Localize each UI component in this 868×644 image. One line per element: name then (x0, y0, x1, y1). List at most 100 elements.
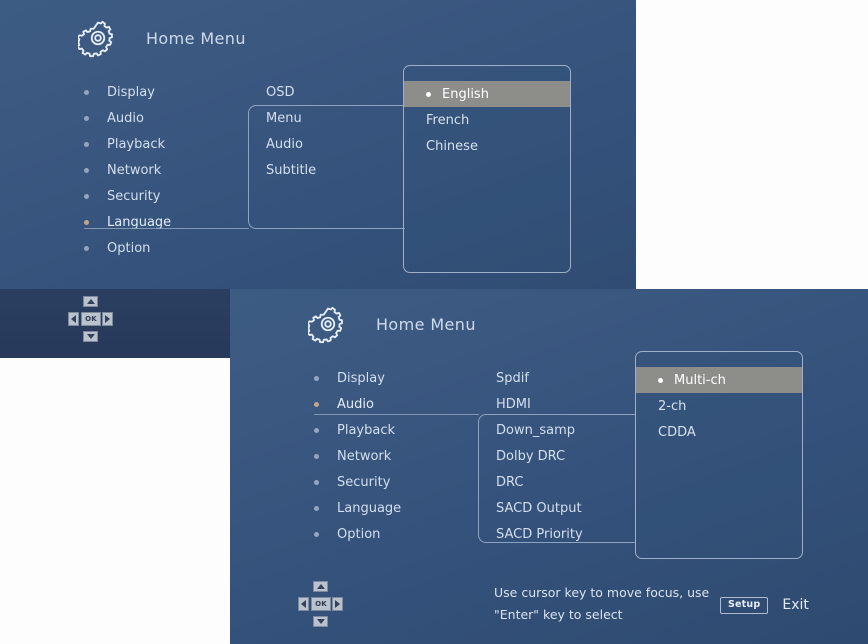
option-item-french[interactable]: French (404, 107, 570, 133)
ok-label: OK (315, 599, 327, 608)
exit-label[interactable]: Exit (782, 597, 809, 613)
hint-line-1: Use cursor key to move focus, use (494, 585, 710, 600)
sidebar-item-label: Display (337, 370, 385, 386)
sidebar-item-label: Playback (107, 136, 166, 152)
sidebar-item-audio[interactable]: Audio (84, 105, 171, 131)
option-item-cdda[interactable]: CDDA (636, 419, 802, 445)
bullet-icon (84, 193, 89, 199)
window2-category-list: Display Audio Playback Network Security … (314, 365, 401, 547)
up-arrow-icon[interactable] (83, 296, 98, 307)
submenu-item-dolby-drc[interactable]: Dolby DRC (496, 443, 583, 469)
footer-actions: Setup Exit (720, 597, 809, 614)
window1-submenu-list: OSD Menu Audio Subtitle (266, 79, 316, 183)
sidebar-item-network[interactable]: Network (314, 443, 401, 469)
option-item-multi-ch[interactable]: Multi-ch (636, 367, 802, 393)
submenu-item-drc[interactable]: DRC (496, 469, 583, 495)
page-title: Home Menu (146, 28, 246, 48)
submenu-item-menu[interactable]: Menu (266, 105, 316, 131)
window2-submenu-list: Spdif HDMI Down_samp Dolby DRC DRC SACD … (496, 365, 583, 547)
option-item-label: Multi-ch (674, 372, 726, 388)
ok-button[interactable]: OK (81, 312, 101, 326)
sidebar-item-language[interactable]: Language (314, 495, 401, 521)
bullet-icon (84, 219, 89, 225)
submenu-item-sacd-priority[interactable]: SACD Priority (496, 521, 583, 547)
down-arrow-icon[interactable] (83, 331, 98, 342)
screenshot-canvas: Home Menu Display Audio Playback Network (0, 0, 868, 644)
option-item-label: 2-ch (658, 398, 687, 414)
sidebar-item-display[interactable]: Display (84, 79, 171, 105)
submenu-item-down-samp[interactable]: Down_samp (496, 417, 583, 443)
bullet-icon (314, 505, 319, 511)
window2-options-list: Multi-ch 2-ch CDDA (636, 367, 802, 445)
bullet-icon (84, 245, 89, 251)
sidebar-item-label: Option (107, 240, 151, 256)
window1-options-panel: English French Chinese (403, 65, 571, 273)
right-arrow-icon[interactable] (102, 312, 113, 326)
sidebar-item-label: Security (107, 188, 161, 204)
sidebar-item-label: Audio (107, 110, 144, 126)
sidebar-item-label: Display (107, 84, 155, 100)
hint-line-2: "Enter" key to select (494, 607, 623, 622)
sidebar-item-option[interactable]: Option (84, 235, 171, 261)
left-arrow-icon[interactable] (298, 597, 309, 611)
ok-label: OK (85, 314, 97, 323)
option-item-2-ch[interactable]: 2-ch (636, 393, 802, 419)
window1-dpad[interactable]: OK (68, 296, 114, 342)
submenu-item-label: Audio (266, 136, 303, 152)
sidebar-item-label: Network (337, 448, 392, 464)
bullet-icon (314, 479, 319, 485)
submenu-item-audio[interactable]: Audio (266, 131, 316, 157)
setup-button[interactable]: Setup (720, 597, 769, 614)
submenu-item-osd[interactable]: OSD (266, 79, 316, 105)
bullet-icon (84, 167, 89, 173)
sidebar-item-label: Audio (337, 396, 374, 412)
sidebar-item-network[interactable]: Network (84, 157, 171, 183)
submenu-item-label: SACD Priority (496, 526, 583, 542)
submenu-item-label: HDMI (496, 396, 531, 412)
page-title: Home Menu (376, 314, 476, 334)
selected-bullet-icon (658, 377, 663, 383)
window1-category-list: Display Audio Playback Network Security … (84, 79, 171, 261)
sidebar-item-security[interactable]: Security (314, 469, 401, 495)
ok-button[interactable]: OK (311, 597, 331, 611)
window1-focus-connector (84, 228, 249, 229)
sidebar-item-label: Network (107, 162, 162, 178)
sidebar-item-security[interactable]: Security (84, 183, 171, 209)
submenu-item-hdmi[interactable]: HDMI (496, 391, 583, 417)
submenu-item-label: SACD Output (496, 500, 582, 516)
sidebar-item-playback[interactable]: Playback (314, 417, 401, 443)
sidebar-item-option[interactable]: Option (314, 521, 401, 547)
option-item-label: French (426, 112, 470, 128)
option-item-label: CDDA (658, 424, 696, 440)
left-arrow-icon[interactable] (68, 312, 79, 326)
sidebar-item-language[interactable]: Language (84, 209, 171, 235)
submenu-item-subtitle[interactable]: Subtitle (266, 157, 316, 183)
down-arrow-icon[interactable] (313, 616, 328, 627)
option-item-english[interactable]: English (404, 81, 570, 107)
option-item-chinese[interactable]: Chinese (404, 133, 570, 159)
submenu-item-label: DRC (496, 474, 524, 490)
bullet-icon (314, 375, 319, 381)
submenu-item-label: OSD (266, 84, 295, 100)
submenu-item-label: Spdif (496, 370, 529, 386)
sidebar-item-display[interactable]: Display (314, 365, 401, 391)
window2-options-panel: Multi-ch 2-ch CDDA (635, 351, 803, 559)
submenu-item-label: Subtitle (266, 162, 317, 178)
sidebar-item-playback[interactable]: Playback (84, 131, 171, 157)
window2-focus-connector (314, 414, 479, 415)
sidebar-item-label: Language (337, 500, 402, 516)
bullet-icon (314, 427, 319, 433)
bullet-icon (314, 401, 319, 407)
submenu-item-label: Dolby DRC (496, 448, 566, 464)
submenu-item-spdif[interactable]: Spdif (496, 365, 583, 391)
submenu-item-sacd-output[interactable]: SACD Output (496, 495, 583, 521)
window2-dpad[interactable]: OK (298, 581, 344, 627)
up-arrow-icon[interactable] (313, 581, 328, 592)
window2-header: Home Menu (308, 304, 476, 344)
right-arrow-icon[interactable] (332, 597, 343, 611)
gear-icon (78, 20, 113, 58)
bullet-icon (84, 115, 89, 121)
selected-bullet-icon (426, 91, 431, 97)
submenu-item-label: Down_samp (496, 422, 575, 438)
option-item-label: English (442, 86, 489, 102)
